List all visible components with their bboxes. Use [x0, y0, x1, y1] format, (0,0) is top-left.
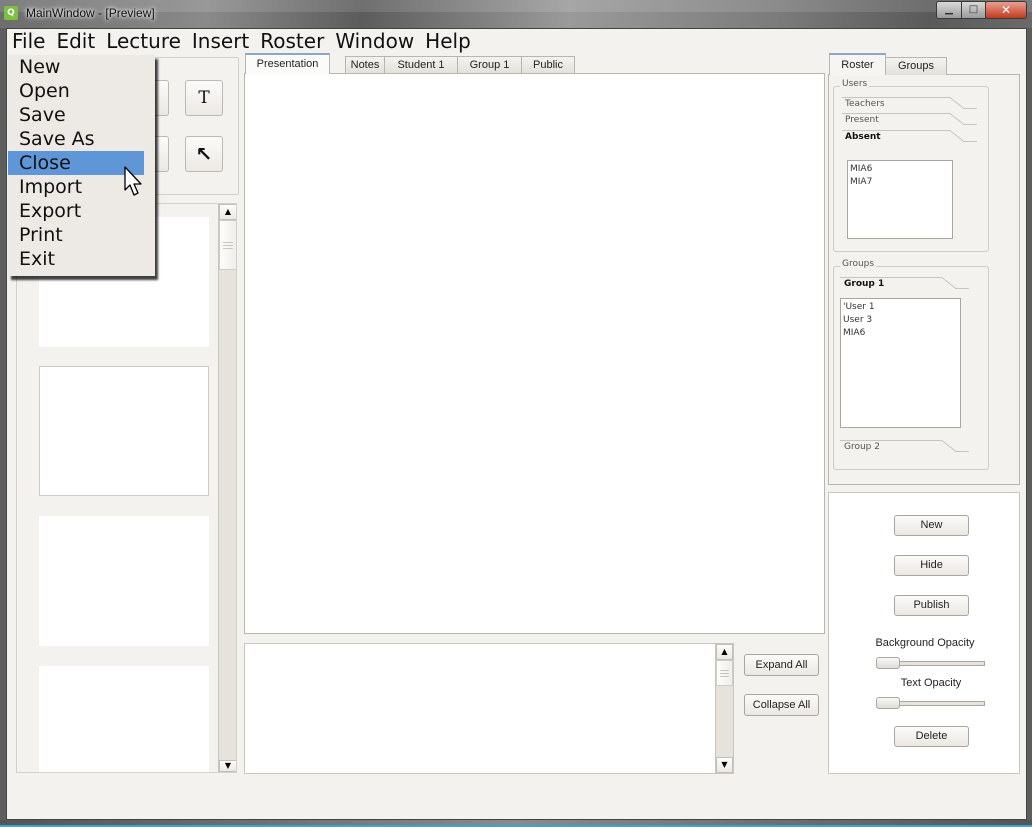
- menu-item-open[interactable]: Open: [8, 79, 144, 103]
- select-tool-button[interactable]: ↖: [185, 136, 223, 172]
- roster-category-present[interactable]: Present: [845, 115, 879, 125]
- menu-insert[interactable]: Insert: [188, 29, 253, 53]
- menu-lecture[interactable]: Lecture: [102, 29, 185, 53]
- roster-category-teachers[interactable]: Teachers: [845, 99, 885, 109]
- users-groupbox: Users Teachers Present Absent MIA6 MIA7: [833, 79, 989, 252]
- menu-item-save-as[interactable]: Save As: [8, 127, 144, 151]
- window-bottom-border: [0, 820, 1032, 827]
- slide-thumbnail[interactable]: [39, 516, 209, 646]
- roster-category-absent[interactable]: Absent: [845, 132, 881, 142]
- new-button[interactable]: New: [894, 515, 969, 536]
- slide-thumbnail[interactable]: [39, 366, 209, 496]
- tab-public[interactable]: Public: [521, 56, 575, 74]
- menu-item-print[interactable]: Print: [8, 223, 144, 247]
- minimize-icon: ▁: [945, 4, 953, 15]
- users-title: Users: [840, 79, 870, 89]
- menu-item-exit[interactable]: Exit: [8, 247, 144, 271]
- tab-roster[interactable]: Roster: [829, 53, 886, 75]
- notes-tree[interactable]: ▲ ▼: [244, 643, 734, 774]
- menu-roster[interactable]: Roster: [256, 29, 328, 53]
- qt-icon: Q: [4, 6, 18, 20]
- tab-groups[interactable]: Groups: [885, 57, 947, 75]
- scroll-up-button[interactable]: ▲: [219, 204, 236, 220]
- background-opacity-slider-handle[interactable]: [876, 657, 900, 669]
- notes-scrollbar[interactable]: ▲ ▼: [715, 644, 733, 773]
- controls-panel: New Hide Publish Background Opacity Text…: [828, 492, 1020, 774]
- scroll-up-button[interactable]: ▲: [716, 644, 733, 660]
- expand-all-button[interactable]: Expand All: [744, 654, 819, 676]
- maximize-button[interactable]: □: [961, 1, 986, 19]
- menu-help[interactable]: Help: [421, 29, 475, 53]
- group-1-members-list[interactable]: 'User 1 User 3 MIA6: [840, 298, 961, 428]
- scrollbar-thumb[interactable]: [716, 660, 733, 686]
- down-arrow-icon: ▼: [721, 760, 728, 769]
- collapse-all-button[interactable]: Collapse All: [744, 694, 819, 716]
- list-item[interactable]: MIA6: [850, 163, 952, 176]
- menu-item-export[interactable]: Export: [8, 199, 144, 223]
- group-1-tab[interactable]: Group 1: [844, 279, 884, 289]
- close-icon: ✕: [1000, 3, 1012, 17]
- arrow-select-icon: ↖: [195, 142, 213, 166]
- mouse-cursor-icon: [124, 166, 142, 196]
- absent-users-list[interactable]: MIA6 MIA7: [847, 160, 953, 239]
- presentation-canvas[interactable]: [244, 73, 825, 634]
- maximize-icon: □: [968, 4, 979, 15]
- background-opacity-label: Background Opacity: [875, 637, 975, 649]
- menu-bar: File Edit Lecture Insert Roster Window Help: [8, 29, 478, 53]
- tab-notes[interactable]: Notes: [345, 56, 385, 74]
- slide-thumbnail[interactable]: [39, 666, 209, 772]
- list-item[interactable]: MIA6: [843, 327, 960, 340]
- hide-button[interactable]: Hide: [894, 555, 969, 576]
- tab-presentation[interactable]: Presentation: [245, 53, 330, 74]
- scroll-down-button[interactable]: ▼: [219, 760, 236, 772]
- tab-student-1[interactable]: Student 1: [384, 56, 458, 74]
- roster-panel: Users Teachers Present Absent MIA6 MIA7 …: [828, 74, 1020, 485]
- scrollbar-thumb[interactable]: [219, 220, 236, 270]
- text-opacity-label: Text Opacity: [900, 677, 962, 689]
- menu-item-save[interactable]: Save: [8, 103, 144, 127]
- group-2-tab[interactable]: Group 2: [844, 442, 880, 452]
- menu-file[interactable]: File: [8, 29, 49, 53]
- text-opacity-slider-handle[interactable]: [876, 697, 900, 709]
- slide-list-scrollbar[interactable]: ▲ ▼: [218, 204, 236, 772]
- text-tool-icon: T: [198, 88, 210, 108]
- menu-window[interactable]: Window: [331, 29, 418, 53]
- scroll-down-button[interactable]: ▼: [716, 757, 733, 773]
- list-item[interactable]: MIA7: [850, 176, 952, 189]
- minimize-button[interactable]: ▁: [936, 1, 962, 19]
- slide-thumbnail-list[interactable]: ▲ ▼: [16, 203, 237, 773]
- tab-group-1[interactable]: Group 1: [457, 56, 522, 74]
- groups-title: Groups: [840, 259, 877, 269]
- down-arrow-icon: ▼: [224, 761, 232, 770]
- up-arrow-icon: ▲: [721, 647, 728, 656]
- list-item[interactable]: 'User 1: [843, 301, 960, 314]
- publish-button[interactable]: Publish: [894, 595, 969, 616]
- close-button[interactable]: ✕: [985, 1, 1027, 19]
- delete-button[interactable]: Delete: [894, 726, 969, 747]
- list-item[interactable]: User 3: [843, 314, 960, 327]
- groups-groupbox: Groups Group 1 'User 1 User 3 MIA6 Group…: [833, 259, 989, 470]
- menu-edit[interactable]: Edit: [52, 29, 99, 53]
- text-tool-button[interactable]: T: [185, 80, 223, 116]
- up-arrow-icon: ▲: [224, 207, 232, 216]
- window-title: MainWindow - [Preview]: [26, 6, 155, 20]
- menu-item-new[interactable]: New: [8, 55, 144, 79]
